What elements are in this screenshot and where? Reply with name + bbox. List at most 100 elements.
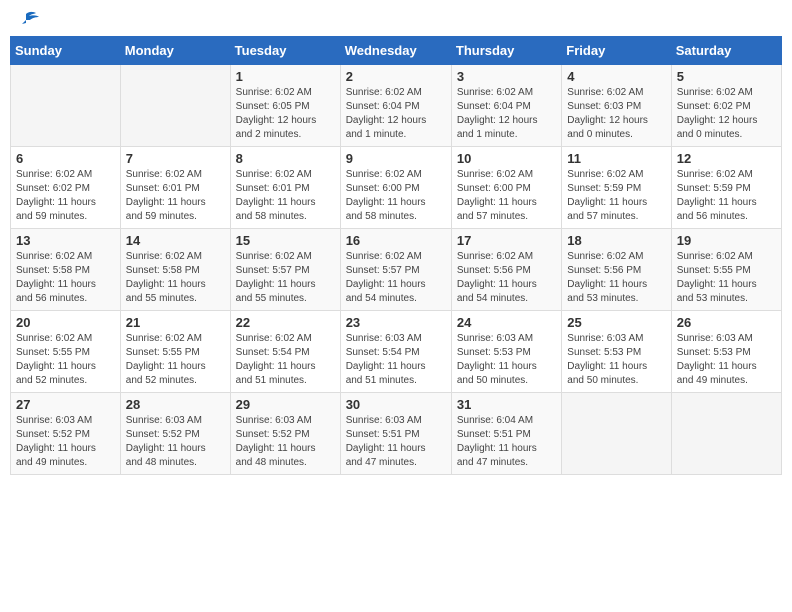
cell-content: Sunrise: 6:02 AMSunset: 5:57 PMDaylight:…: [236, 250, 335, 306]
day-number: 7: [126, 151, 225, 166]
logo-bird-icon: [12, 10, 40, 32]
day-number: 1: [236, 69, 335, 84]
header-row: SundayMondayTuesdayWednesdayThursdayFrid…: [11, 37, 782, 65]
day-number: 14: [126, 233, 225, 248]
week-row-2: 6Sunrise: 6:02 AMSunset: 6:02 PMDaylight…: [11, 147, 782, 229]
day-number: 17: [457, 233, 556, 248]
day-number: 21: [126, 315, 225, 330]
day-number: 22: [236, 315, 335, 330]
week-row-3: 13Sunrise: 6:02 AMSunset: 5:58 PMDayligh…: [11, 229, 782, 311]
calendar-cell: 30 Sunrise: 6:03 AMSunset: 5:51 PMDayligh…: [340, 393, 451, 475]
day-number: 12: [677, 151, 776, 166]
calendar-cell: 29Sunrise: 6:03 AMSunset: 5:52 PMDayligh…: [230, 393, 340, 475]
calendar-cell: [11, 65, 121, 147]
calendar-cell: 13Sunrise: 6:02 AMSunset: 5:58 PMDayligh…: [11, 229, 121, 311]
calendar-cell: 22 Sunrise: 6:02 AMSunset: 5:54 PMDayligh…: [230, 311, 340, 393]
calendar-cell: 11 Sunrise: 6:02 AMSunset: 5:59 PMDayligh…: [562, 147, 671, 229]
cell-content: Sunrise: 6:02 AMSunset: 6:00 PMDaylight:…: [346, 168, 446, 224]
calendar-cell: 18 Sunrise: 6:02 AMSunset: 5:56 PMDayligh…: [562, 229, 671, 311]
week-row-5: 27 Sunrise: 6:03 AMSunset: 5:52 PMDayligh…: [11, 393, 782, 475]
day-number: 30: [346, 397, 446, 412]
day-number: 3: [457, 69, 556, 84]
calendar-cell: 27 Sunrise: 6:03 AMSunset: 5:52 PMDayligh…: [11, 393, 121, 475]
calendar-cell: [671, 393, 781, 475]
cell-content: Sunrise: 6:02 AMSunset: 6:01 PMDaylight:…: [236, 168, 335, 224]
logo: [10, 10, 40, 28]
cell-content: Sunrise: 6:02 AMSunset: 6:00 PMDaylight:…: [457, 168, 556, 224]
cell-content: Sunrise: 6:02 AMSunset: 6:04 PMDaylight:…: [457, 86, 556, 142]
cell-content: Sunrise: 6:03 AMSunset: 5:52 PMDaylight:…: [126, 414, 225, 470]
cell-content: Sunrise: 6:02 AMSunset: 6:04 PMDaylight:…: [346, 86, 446, 142]
cell-content: Sunrise: 6:02 AMSunset: 6:02 PMDaylight:…: [677, 86, 776, 142]
week-row-4: 20 Sunrise: 6:02 AMSunset: 5:55 PMDayligh…: [11, 311, 782, 393]
calendar-cell: 10 Sunrise: 6:02 AMSunset: 6:00 PMDayligh…: [451, 147, 561, 229]
day-number: 23: [346, 315, 446, 330]
cell-content: Sunrise: 6:02 AMSunset: 5:59 PMDaylight:…: [567, 168, 665, 224]
calendar-cell: 26Sunrise: 6:03 AMSunset: 5:53 PMDayligh…: [671, 311, 781, 393]
cell-content: Sunrise: 6:03 AMSunset: 5:52 PMDaylight:…: [236, 414, 335, 470]
header-day-tuesday: Tuesday: [230, 37, 340, 65]
calendar-cell: 9 Sunrise: 6:02 AMSunset: 6:00 PMDaylight…: [340, 147, 451, 229]
cell-content: Sunrise: 6:02 AMSunset: 5:58 PMDaylight:…: [126, 250, 225, 306]
calendar-cell: 8Sunrise: 6:02 AMSunset: 6:01 PMDaylight…: [230, 147, 340, 229]
calendar-table: SundayMondayTuesdayWednesdayThursdayFrid…: [10, 36, 782, 475]
calendar-cell: 23 Sunrise: 6:03 AMSunset: 5:54 PMDayligh…: [340, 311, 451, 393]
header-day-wednesday: Wednesday: [340, 37, 451, 65]
calendar-cell: 15 Sunrise: 6:02 AMSunset: 5:57 PMDayligh…: [230, 229, 340, 311]
week-row-1: 1 Sunrise: 6:02 AMSunset: 6:05 PMDaylight…: [11, 65, 782, 147]
cell-content: Sunrise: 6:02 AMSunset: 5:55 PMDaylight:…: [126, 332, 225, 388]
calendar-cell: 28Sunrise: 6:03 AMSunset: 5:52 PMDayligh…: [120, 393, 230, 475]
calendar-cell: 1 Sunrise: 6:02 AMSunset: 6:05 PMDaylight…: [230, 65, 340, 147]
calendar-cell: 17 Sunrise: 6:02 AMSunset: 5:56 PMDayligh…: [451, 229, 561, 311]
cell-content: Sunrise: 6:02 AMSunset: 6:02 PMDaylight:…: [16, 168, 115, 224]
cell-content: Sunrise: 6:02 AMSunset: 5:54 PMDaylight:…: [236, 332, 335, 388]
day-number: 2: [346, 69, 446, 84]
day-number: 10: [457, 151, 556, 166]
cell-content: Sunrise: 6:02 AMSunset: 6:03 PMDaylight:…: [567, 86, 665, 142]
cell-content: Sunrise: 6:03 AMSunset: 5:51 PMDaylight:…: [346, 414, 446, 470]
header-day-saturday: Saturday: [671, 37, 781, 65]
cell-content: Sunrise: 6:03 AMSunset: 5:53 PMDaylight:…: [677, 332, 776, 388]
header-day-thursday: Thursday: [451, 37, 561, 65]
day-number: 20: [16, 315, 115, 330]
cell-content: Sunrise: 6:03 AMSunset: 5:53 PMDaylight:…: [457, 332, 556, 388]
day-number: 31: [457, 397, 556, 412]
cell-content: Sunrise: 6:02 AMSunset: 5:56 PMDaylight:…: [457, 250, 556, 306]
cell-content: Sunrise: 6:02 AMSunset: 5:55 PMDaylight:…: [677, 250, 776, 306]
cell-content: Sunrise: 6:02 AMSunset: 5:59 PMDaylight:…: [677, 168, 776, 224]
cell-content: Sunrise: 6:03 AMSunset: 5:52 PMDaylight:…: [16, 414, 115, 470]
day-number: 27: [16, 397, 115, 412]
day-number: 9: [346, 151, 446, 166]
cell-content: Sunrise: 6:02 AMSunset: 6:05 PMDaylight:…: [236, 86, 335, 142]
header-day-sunday: Sunday: [11, 37, 121, 65]
calendar-cell: 25 Sunrise: 6:03 AMSunset: 5:53 PMDayligh…: [562, 311, 671, 393]
calendar-cell: 7 Sunrise: 6:02 AMSunset: 6:01 PMDaylight…: [120, 147, 230, 229]
calendar-cell: 2 Sunrise: 6:02 AMSunset: 6:04 PMDaylight…: [340, 65, 451, 147]
day-number: 4: [567, 69, 665, 84]
day-number: 18: [567, 233, 665, 248]
calendar-cell: 24 Sunrise: 6:03 AMSunset: 5:53 PMDayligh…: [451, 311, 561, 393]
cell-content: Sunrise: 6:03 AMSunset: 5:54 PMDaylight:…: [346, 332, 446, 388]
calendar-cell: [562, 393, 671, 475]
cell-content: Sunrise: 6:03 AMSunset: 5:53 PMDaylight:…: [567, 332, 665, 388]
cell-content: Sunrise: 6:04 AMSunset: 5:51 PMDaylight:…: [457, 414, 556, 470]
header: [10, 10, 782, 28]
day-number: 16: [346, 233, 446, 248]
calendar-cell: 3 Sunrise: 6:02 AMSunset: 6:04 PMDaylight…: [451, 65, 561, 147]
day-number: 25: [567, 315, 665, 330]
cell-content: Sunrise: 6:02 AMSunset: 6:01 PMDaylight:…: [126, 168, 225, 224]
day-number: 11: [567, 151, 665, 166]
calendar-cell: 31 Sunrise: 6:04 AMSunset: 5:51 PMDayligh…: [451, 393, 561, 475]
day-number: 15: [236, 233, 335, 248]
calendar-cell: 14 Sunrise: 6:02 AMSunset: 5:58 PMDayligh…: [120, 229, 230, 311]
cell-content: Sunrise: 6:02 AMSunset: 5:56 PMDaylight:…: [567, 250, 665, 306]
day-number: 19: [677, 233, 776, 248]
header-day-monday: Monday: [120, 37, 230, 65]
calendar-cell: 5 Sunrise: 6:02 AMSunset: 6:02 PMDaylight…: [671, 65, 781, 147]
calendar-cell: 4 Sunrise: 6:02 AMSunset: 6:03 PMDaylight…: [562, 65, 671, 147]
day-number: 24: [457, 315, 556, 330]
day-number: 5: [677, 69, 776, 84]
cell-content: Sunrise: 6:02 AMSunset: 5:55 PMDaylight:…: [16, 332, 115, 388]
cell-content: Sunrise: 6:02 AMSunset: 5:58 PMDaylight:…: [16, 250, 115, 306]
header-day-friday: Friday: [562, 37, 671, 65]
